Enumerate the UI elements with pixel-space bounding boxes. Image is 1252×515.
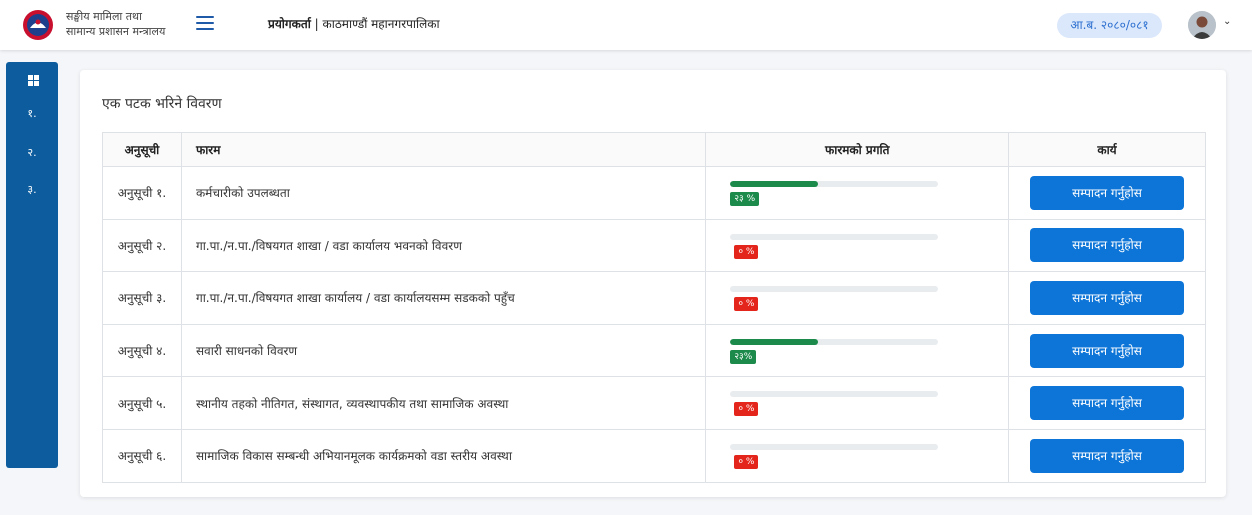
col-header-action: कार्य	[1008, 132, 1206, 167]
user-role-label: प्रयोगकर्ता	[268, 17, 311, 31]
col-header-form: फारम	[180, 132, 707, 167]
progress-cell: ० %	[705, 218, 1010, 273]
table-row: अनुसूची ३. गा.पा./न.पा./विषयगत शाखा कार्य…	[102, 271, 1206, 325]
hamburger-menu-icon[interactable]	[196, 16, 214, 32]
form-name-cell: गा.पा./न.पा./विषयगत शाखा / वडा कार्यालय …	[180, 218, 707, 273]
table-row: अनुसूची ६. सामाजिक विकास सम्बन्धी अभियानम…	[102, 428, 1206, 483]
table-header-row: अनुसूची फारम फारमको प्रगति कार्य	[102, 132, 1206, 167]
edit-button[interactable]: सम्पादन गर्नुहोस	[1030, 228, 1185, 263]
schedule-cell: अनुसूची ३.	[102, 271, 182, 325]
table-row: अनुसूची १. कर्मचारीको उपलब्धता २३ % सम्पादन…	[102, 166, 1206, 220]
schedule-cell: अनुसूची १.	[102, 166, 182, 220]
form-name-cell: सवारी साधनको विवरण	[180, 323, 707, 378]
edit-button[interactable]: सम्पादन गर्नुहोस	[1030, 175, 1185, 210]
col-header-schedule: अनुसूची	[102, 132, 182, 167]
progress-bar-fill	[730, 338, 818, 345]
fiscal-year-badge[interactable]: आ.ब. २०८०/०८१	[1057, 13, 1162, 38]
user-avatar-icon	[1188, 11, 1216, 39]
user-role-value: काठमाण्डौं महानगरपालिका	[322, 17, 440, 31]
schedule-cell: अनुसूची ६.	[102, 428, 182, 483]
progress-cell: २३ %	[705, 166, 1010, 220]
progress-bar	[730, 286, 939, 293]
avatar[interactable]	[1188, 11, 1216, 39]
progress-badge: २३ %	[730, 192, 760, 206]
action-cell: सम्पादन गर्नुहोस	[1008, 428, 1206, 483]
org-name-line1: सङ्घीय मामिला तथा	[66, 10, 142, 23]
progress-bar	[730, 181, 939, 187]
schedule-cell: अनुसूची २.	[102, 218, 182, 273]
sidebar-item-1[interactable]: १.	[6, 106, 58, 121]
org-name-line2: सामान्य प्रशासन मन्त्रालय	[66, 25, 166, 38]
user-role: प्रयोगकर्ता | काठमाण्डौं महानगरपालिका	[268, 17, 440, 31]
edit-button[interactable]: सम्पादन गर्नुहोस	[1030, 438, 1185, 473]
progress-bar-fill	[730, 181, 818, 187]
schedule-cell: अनुसूची ५.	[102, 376, 182, 430]
action-cell: सम्पादन गर्नुहोस	[1008, 166, 1206, 220]
forms-table: अनुसूची फारम फारमको प्रगति कार्य अनुसूची…	[102, 132, 1206, 483]
action-cell: सम्पादन गर्नुहोस	[1008, 271, 1206, 325]
dashboard-icon[interactable]	[28, 75, 39, 86]
table-row: अनुसूची ४. सवारी साधनको विवरण २३% सम्पादन ग…	[102, 323, 1206, 378]
sidebar-item-3[interactable]: ३.	[6, 182, 58, 197]
action-cell: सम्पादन गर्नुहोस	[1008, 218, 1206, 273]
progress-bar	[730, 233, 939, 240]
chevron-down-icon[interactable]: ⌄	[1223, 16, 1231, 27]
progress-badge: ० %	[734, 244, 759, 259]
top-navbar: सङ्घीय मामिला तथा सामान्य प्रशासन मन्त्र…	[0, 0, 1252, 50]
progress-cell: ० %	[705, 271, 1010, 325]
form-name-cell: गा.पा./न.पा./विषयगत शाखा कार्यालय / वडा …	[180, 271, 707, 325]
form-name-cell: कर्मचारीको उपलब्धता	[180, 166, 707, 220]
form-name-cell: स्थानीय तहको नीतिगत, संस्थागत, व्यवस्थाप…	[180, 376, 707, 430]
edit-button[interactable]: सम्पादन गर्नुहोस	[1030, 386, 1185, 421]
progress-badge: ० %	[734, 454, 759, 469]
action-cell: सम्पादन गर्नुहोस	[1008, 376, 1206, 430]
progress-cell: ० %	[705, 376, 1010, 430]
progress-bar	[730, 391, 939, 398]
progress-badge: २३%	[730, 349, 757, 364]
sidebar: १. २. ३.	[6, 62, 58, 468]
emblem-logo	[23, 10, 53, 40]
progress-cell: २३%	[705, 323, 1010, 378]
progress-cell: ० %	[705, 428, 1010, 483]
progress-bar	[730, 443, 939, 450]
action-cell: सम्पादन गर्नुहोस	[1008, 323, 1206, 378]
edit-button[interactable]: सम्पादन गर्नुहोस	[1030, 333, 1185, 368]
edit-button[interactable]: सम्पादन गर्नुहोस	[1030, 280, 1185, 315]
main-card: एक पटक भरिने विवरण अनुसूची फारम फारमको प…	[80, 70, 1226, 497]
progress-badge: ० %	[734, 402, 759, 417]
page-title: एक पटक भरिने विवरण	[102, 96, 222, 112]
progress-bar	[730, 338, 939, 345]
progress-badge: ० %	[734, 297, 759, 312]
form-name-cell: सामाजिक विकास सम्बन्धी अभियानमूलक कार्यक…	[180, 428, 707, 483]
table-row: अनुसूची ५. स्थानीय तहको नीतिगत, संस्थागत,…	[102, 376, 1206, 430]
table-row: अनुसूची २. गा.पा./न.पा./विषयगत शाखा / वडा…	[102, 218, 1206, 273]
sidebar-item-2[interactable]: २.	[6, 145, 58, 160]
schedule-cell: अनुसूची ४.	[102, 323, 182, 378]
col-header-progress: फारमको प्रगति	[705, 132, 1010, 167]
